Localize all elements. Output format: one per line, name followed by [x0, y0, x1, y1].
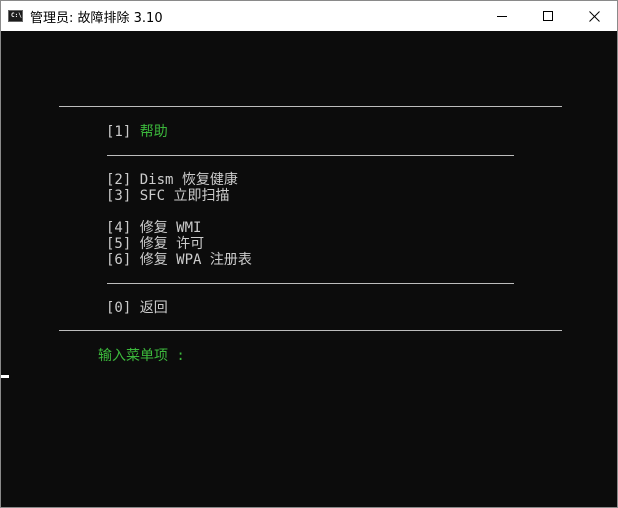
menu-item-help: [1] 帮助: [106, 124, 168, 140]
menu-item-label: 修复 许可: [139, 236, 205, 252]
menu-item-wpa: [6] 修复 WPA 注册表: [106, 252, 252, 268]
menu-item-label: 修复 WMI: [139, 220, 202, 236]
menu-item-key: [0]: [106, 300, 132, 316]
console-output[interactable]: [1] 帮助 [2] Dism 恢复健康 [3] SFC 立即扫描 [4] 修复…: [1, 31, 617, 507]
menu-item-key: [6]: [106, 252, 132, 268]
minimize-icon: [497, 16, 507, 17]
menu-item-sfc: [3] SFC 立即扫描: [106, 188, 229, 204]
window-title: 管理员: 故障排除 3.10: [30, 11, 163, 26]
menu-item-dism: [2] Dism 恢复健康: [106, 172, 238, 188]
menu-item-key: [5]: [106, 236, 132, 252]
menu-item-key: [2]: [106, 172, 132, 188]
maximize-icon: [543, 11, 553, 21]
divider-top: [59, 106, 562, 107]
menu-item-label: 帮助: [139, 124, 168, 140]
menu-item-license: [5] 修复 许可: [106, 236, 204, 252]
divider-bottom: [59, 330, 562, 331]
divider-inner-1: [107, 155, 514, 156]
menu-item-key: [4]: [106, 220, 132, 236]
maximize-button[interactable]: [525, 1, 571, 31]
menu-item-label: Dism 恢复健康: [139, 172, 238, 188]
cmd-icon: C:\: [8, 10, 23, 22]
input-prompt: 输入菜单项 :: [98, 348, 185, 364]
menu-item-wmi: [4] 修复 WMI: [106, 220, 201, 236]
menu-item-label: 修复 WPA 注册表: [139, 252, 252, 268]
menu-item-key: [1]: [106, 124, 132, 140]
text-cursor: [1, 375, 9, 378]
console-window: C:\ 管理员: 故障排除 3.10 [1] 帮助 [2] Dism 恢复健康 …: [0, 0, 618, 508]
title-bar[interactable]: C:\ 管理员: 故障排除 3.10: [1, 1, 617, 31]
divider-inner-2: [107, 283, 514, 284]
minimize-button[interactable]: [479, 1, 525, 31]
close-button[interactable]: [571, 1, 617, 31]
menu-item-back: [0] 返回: [106, 300, 168, 316]
menu-item-key: [3]: [106, 188, 132, 204]
menu-item-label: SFC 立即扫描: [139, 188, 230, 204]
menu-item-label: 返回: [139, 300, 168, 316]
close-icon: [588, 10, 600, 22]
